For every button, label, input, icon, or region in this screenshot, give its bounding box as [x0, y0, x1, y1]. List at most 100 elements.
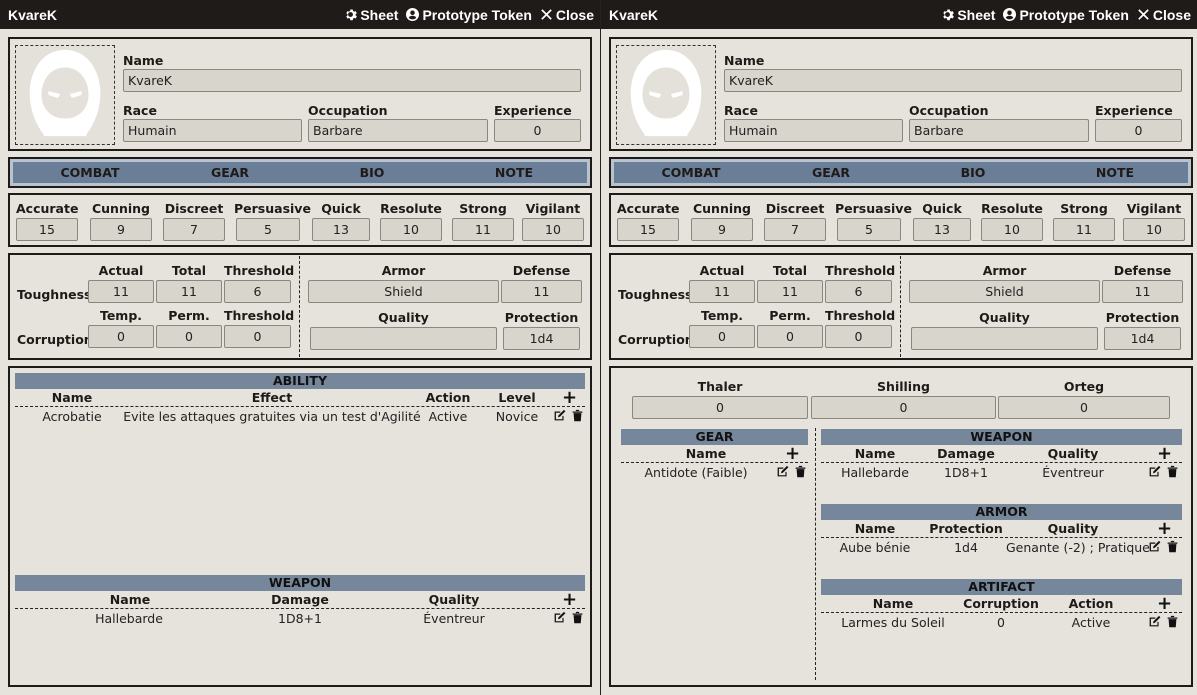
- shilling-field[interactable]: 0: [811, 396, 996, 419]
- tab-gear[interactable]: GEAR: [791, 165, 871, 180]
- orteg-field[interactable]: 0: [998, 396, 1170, 419]
- trash-icon[interactable]: [1166, 615, 1179, 628]
- edit-icon[interactable]: [553, 409, 566, 422]
- trash-icon[interactable]: [571, 409, 584, 422]
- attribute-value[interactable]: 13: [312, 218, 370, 241]
- toughness-threshold-field[interactable]: 6: [224, 280, 291, 303]
- artifact-name: Larmes du Soleil: [841, 615, 945, 630]
- add-ability-button[interactable]: +: [562, 389, 577, 407]
- quality-field[interactable]: [911, 327, 1098, 350]
- experience-field[interactable]: 0: [494, 119, 581, 142]
- armor-quality: Genante (-2) ; Pratique: [1006, 540, 1150, 555]
- add-armor-button[interactable]: +: [1157, 520, 1172, 538]
- edit-icon[interactable]: [776, 465, 789, 478]
- attribute-value[interactable]: 5: [837, 218, 901, 241]
- attribute-value[interactable]: 11: [1053, 218, 1115, 241]
- toughness-total-field[interactable]: 11: [757, 280, 823, 303]
- ability-action: Active: [428, 409, 468, 424]
- attribute-value[interactable]: 5: [236, 218, 300, 241]
- corruption-perm-field[interactable]: 0: [156, 325, 222, 348]
- tab-combat[interactable]: COMBAT: [50, 165, 130, 180]
- experience-field[interactable]: 0: [1095, 119, 1182, 142]
- attribute-value[interactable]: 15: [16, 218, 78, 241]
- name-field[interactable]: KvareK: [724, 69, 1182, 92]
- attribute-value[interactable]: 10: [981, 218, 1043, 241]
- character-portrait[interactable]: [15, 45, 115, 145]
- trash-icon[interactable]: [1166, 540, 1179, 553]
- character-portrait[interactable]: [616, 45, 716, 145]
- user-circle-icon: [1003, 8, 1017, 21]
- armor-field[interactable]: Shield: [909, 280, 1100, 303]
- name-field[interactable]: KvareK: [123, 69, 581, 92]
- occupation-field[interactable]: Barbare: [308, 119, 488, 142]
- close-button[interactable]: Close: [1137, 7, 1191, 23]
- armor-field[interactable]: Shield: [308, 280, 499, 303]
- corruption-temp-field[interactable]: 0: [689, 325, 755, 348]
- attribute-value[interactable]: 7: [163, 218, 225, 241]
- defense-field[interactable]: 11: [501, 280, 582, 303]
- add-gear-button[interactable]: +: [785, 445, 800, 463]
- attribute-label: Persuasive: [234, 201, 311, 216]
- attribute-value[interactable]: 9: [691, 218, 753, 241]
- section-divider: [299, 256, 300, 357]
- armor-label: Armor: [381, 263, 426, 278]
- window-titlebar[interactable]: KvareK Sheet Prototype Token Close: [0, 0, 600, 29]
- tab-bio[interactable]: BIO: [332, 165, 412, 180]
- attribute-value[interactable]: 11: [452, 218, 514, 241]
- protection-field[interactable]: 1d4: [503, 327, 580, 350]
- toughness-actual-field[interactable]: 11: [88, 280, 154, 303]
- toughness-total-field[interactable]: 11: [156, 280, 222, 303]
- add-weapon-button[interactable]: +: [562, 591, 577, 609]
- toughness-threshold-field[interactable]: 6: [825, 280, 892, 303]
- edit-icon[interactable]: [1148, 540, 1161, 553]
- attribute-label: Strong: [459, 201, 507, 216]
- quality-field[interactable]: [310, 327, 497, 350]
- corruption-temp-field[interactable]: 0: [88, 325, 154, 348]
- defense-field[interactable]: 11: [1102, 280, 1183, 303]
- tab-combat[interactable]: COMBAT: [651, 165, 731, 180]
- trash-icon[interactable]: [1166, 465, 1179, 478]
- trash-icon[interactable]: [794, 465, 807, 478]
- toughness-actual-field[interactable]: 11: [689, 280, 755, 303]
- prototype-token-button[interactable]: Prototype Token: [1003, 7, 1129, 23]
- protection-field[interactable]: 1d4: [1104, 327, 1181, 350]
- prototype-token-button[interactable]: Prototype Token: [406, 7, 532, 23]
- attribute-value[interactable]: 15: [617, 218, 679, 241]
- gear-icon: [943, 9, 955, 21]
- attribute-value[interactable]: 10: [380, 218, 442, 241]
- edit-icon[interactable]: [1148, 615, 1161, 628]
- artifact-header-divider: [821, 612, 1182, 613]
- race-field[interactable]: Humain: [123, 119, 302, 142]
- tab-gear[interactable]: GEAR: [190, 165, 270, 180]
- attribute-label: Cunning: [91, 201, 150, 216]
- add-weapon-button[interactable]: +: [1157, 445, 1172, 463]
- edit-icon[interactable]: [553, 611, 566, 624]
- corruption-threshold-field[interactable]: 0: [825, 325, 892, 348]
- close-button[interactable]: Close: [540, 7, 594, 23]
- close-icon: [541, 9, 552, 20]
- artifact-col-corruption: Corruption: [963, 596, 1039, 611]
- attribute-value[interactable]: 13: [913, 218, 971, 241]
- occupation-field[interactable]: Barbare: [909, 119, 1089, 142]
- tab-bio[interactable]: BIO: [933, 165, 1013, 180]
- trash-icon[interactable]: [571, 611, 584, 624]
- race-field[interactable]: Humain: [724, 119, 903, 142]
- attribute-value[interactable]: 10: [522, 218, 584, 241]
- tab-note[interactable]: NOTE: [474, 165, 554, 180]
- attribute-label: Resolute: [981, 201, 1043, 216]
- thaler-field[interactable]: 0: [632, 396, 808, 419]
- edit-icon[interactable]: [1148, 465, 1161, 478]
- ability-col-level: Level: [498, 390, 536, 405]
- corruption-threshold-field[interactable]: 0: [224, 325, 291, 348]
- attribute-value[interactable]: 9: [90, 218, 152, 241]
- corruption-perm-field[interactable]: 0: [757, 325, 823, 348]
- window-titlebar[interactable]: KvareK Sheet Prototype Token Close: [601, 0, 1197, 29]
- attribute-value[interactable]: 7: [764, 218, 826, 241]
- sheet-button[interactable]: Sheet: [344, 7, 398, 23]
- sheet-button[interactable]: Sheet: [941, 7, 995, 23]
- sheet-label: Sheet: [957, 6, 996, 23]
- attribute-value[interactable]: 10: [1123, 218, 1185, 241]
- corruption-label: Corruption: [618, 332, 694, 347]
- tab-note[interactable]: NOTE: [1075, 165, 1155, 180]
- add-artifact-button[interactable]: +: [1157, 595, 1172, 613]
